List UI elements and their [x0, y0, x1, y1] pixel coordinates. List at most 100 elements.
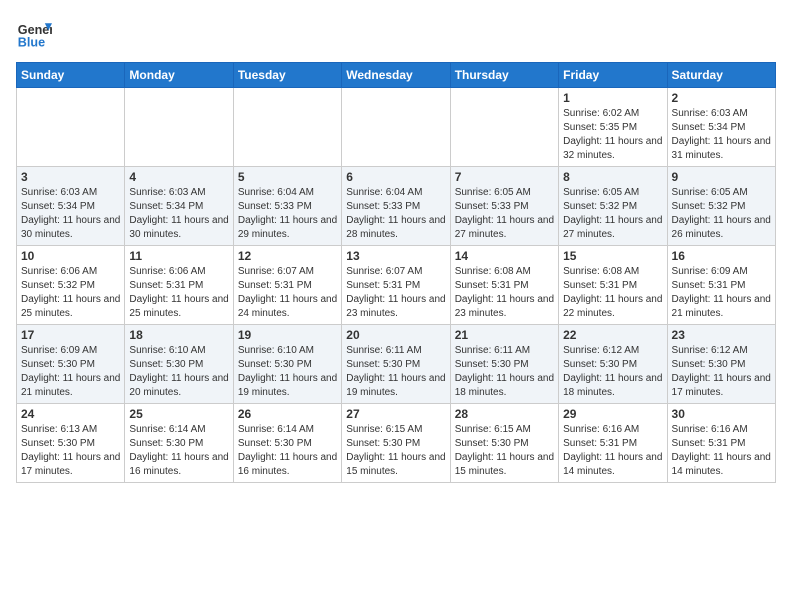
day-number: 9 — [672, 170, 771, 184]
calendar-cell: 7 Sunrise: 6:05 AM Sunset: 5:33 PM Daylig… — [450, 167, 558, 246]
calendar-cell: 20Sunrise: 6:11 AM Sunset: 5:30 PM Dayli… — [342, 325, 450, 404]
day-info: Sunrise: 6:07 AM Sunset: 5:31 PM Dayligh… — [238, 265, 337, 321]
calendar-cell: 23 Sunrise: 6:12 AM Sunset: 5:30 PM Dayli… — [667, 325, 775, 404]
calendar-cell: 22 Sunrise: 6:12 AM Sunset: 5:30 PM Dayli… — [559, 325, 667, 404]
day-number: 29 — [563, 407, 662, 421]
day-number: 19 — [238, 328, 337, 342]
day-info: Sunrise: 6:15 AM Sunset: 5:30 PM Dayligh… — [455, 423, 554, 479]
calendar-cell: 18 Sunrise: 6:10 AM Sunset: 5:30 PM Dayli… — [125, 325, 233, 404]
calendar-cell: 28 Sunrise: 6:15 AM Sunset: 5:30 PM Dayli… — [450, 404, 558, 483]
day-number: 2 — [672, 91, 771, 105]
day-of-week-header: Thursday — [450, 63, 558, 88]
day-number: 1 — [563, 91, 662, 105]
day-info: Sunrise: 6:11 AM Sunset: 5:30 PM Dayligh… — [455, 344, 554, 400]
calendar-cell: 2 Sunrise: 6:03 AM Sunset: 5:34 PM Daylig… — [667, 88, 775, 167]
day-number: 26 — [238, 407, 337, 421]
day-info: Sunrise: 6:06 AM Sunset: 5:31 PM Dayligh… — [129, 265, 228, 321]
calendar-cell: 19 Sunrise: 6:10 AM Sunset: 5:30 PM Dayli… — [233, 325, 341, 404]
calendar-cell: 24 Sunrise: 6:13 AM Sunset: 5:30 PM Dayli… — [17, 404, 125, 483]
calendar-cell: 17Sunrise: 6:09 AM Sunset: 5:30 PM Dayli… — [17, 325, 125, 404]
day-number: 21 — [455, 328, 554, 342]
day-number: 22 — [563, 328, 662, 342]
calendar-cell: 21 Sunrise: 6:11 AM Sunset: 5:30 PM Dayli… — [450, 325, 558, 404]
calendar-cell: 26 Sunrise: 6:14 AM Sunset: 5:30 PM Dayli… — [233, 404, 341, 483]
calendar-cell: 5 Sunrise: 6:04 AM Sunset: 5:33 PM Daylig… — [233, 167, 341, 246]
day-of-week-header: Wednesday — [342, 63, 450, 88]
calendar-cell: 13 Sunrise: 6:07 AM Sunset: 5:31 PM Dayli… — [342, 246, 450, 325]
calendar-cell: 15Sunrise: 6:08 AM Sunset: 5:31 PM Dayli… — [559, 246, 667, 325]
day-number: 25 — [129, 407, 228, 421]
day-info: Sunrise: 6:13 AM Sunset: 5:30 PM Dayligh… — [21, 423, 120, 479]
day-number: 11 — [129, 249, 228, 263]
day-info: Sunrise: 6:10 AM Sunset: 5:30 PM Dayligh… — [129, 344, 228, 400]
day-of-week-header: Saturday — [667, 63, 775, 88]
calendar-cell: 11 Sunrise: 6:06 AM Sunset: 5:31 PM Dayli… — [125, 246, 233, 325]
day-number: 27 — [346, 407, 445, 421]
day-number: 13 — [346, 249, 445, 263]
calendar-cell — [450, 88, 558, 167]
day-info: Sunrise: 6:02 AM Sunset: 5:35 PM Dayligh… — [563, 107, 662, 163]
day-info: Sunrise: 6:15 AM Sunset: 5:30 PM Dayligh… — [346, 423, 445, 479]
day-number: 23 — [672, 328, 771, 342]
calendar-table: SundayMondayTuesdayWednesdayThursdayFrid… — [16, 62, 776, 483]
day-of-week-header: Monday — [125, 63, 233, 88]
day-number: 6 — [346, 170, 445, 184]
calendar-cell: 8Sunrise: 6:05 AM Sunset: 5:32 PM Daylig… — [559, 167, 667, 246]
day-number: 5 — [238, 170, 337, 184]
calendar-cell: 29 Sunrise: 6:16 AM Sunset: 5:31 PM Dayli… — [559, 404, 667, 483]
day-number: 3 — [21, 170, 120, 184]
day-info: Sunrise: 6:16 AM Sunset: 5:31 PM Dayligh… — [672, 423, 771, 479]
logo-icon: General Blue — [16, 16, 52, 52]
day-number: 15 — [563, 249, 662, 263]
day-number: 7 — [455, 170, 554, 184]
day-info: Sunrise: 6:03 AM Sunset: 5:34 PM Dayligh… — [672, 107, 771, 163]
day-number: 24 — [21, 407, 120, 421]
calendar-cell: 10 Sunrise: 6:06 AM Sunset: 5:32 PM Dayli… — [17, 246, 125, 325]
day-info: Sunrise: 6:04 AM Sunset: 5:33 PM Dayligh… — [346, 186, 445, 242]
day-number: 30 — [672, 407, 771, 421]
day-info: Sunrise: 6:12 AM Sunset: 5:30 PM Dayligh… — [672, 344, 771, 400]
calendar-cell: 6 Sunrise: 6:04 AM Sunset: 5:33 PM Daylig… — [342, 167, 450, 246]
logo: General Blue — [16, 16, 52, 52]
calendar-cell: 14 Sunrise: 6:08 AM Sunset: 5:31 PM Dayli… — [450, 246, 558, 325]
day-info: Sunrise: 6:09 AM Sunset: 5:31 PM Dayligh… — [672, 265, 771, 321]
day-info: Sunrise: 6:10 AM Sunset: 5:30 PM Dayligh… — [238, 344, 337, 400]
calendar-cell — [17, 88, 125, 167]
day-number: 10 — [21, 249, 120, 263]
day-info: Sunrise: 6:05 AM Sunset: 5:33 PM Dayligh… — [455, 186, 554, 242]
day-number: 17 — [21, 328, 120, 342]
calendar-cell — [125, 88, 233, 167]
calendar-cell: 3 Sunrise: 6:03 AM Sunset: 5:34 PM Daylig… — [17, 167, 125, 246]
day-number: 16 — [672, 249, 771, 263]
svg-text:Blue: Blue — [18, 36, 45, 50]
day-info: Sunrise: 6:08 AM Sunset: 5:31 PM Dayligh… — [455, 265, 554, 321]
day-info: Sunrise: 6:04 AM Sunset: 5:33 PM Dayligh… — [238, 186, 337, 242]
calendar-cell: 30 Sunrise: 6:16 AM Sunset: 5:31 PM Dayli… — [667, 404, 775, 483]
day-number: 28 — [455, 407, 554, 421]
day-number: 4 — [129, 170, 228, 184]
calendar-cell — [233, 88, 341, 167]
calendar-cell: 16 Sunrise: 6:09 AM Sunset: 5:31 PM Dayli… — [667, 246, 775, 325]
day-number: 12 — [238, 249, 337, 263]
day-number: 8 — [563, 170, 662, 184]
day-number: 14 — [455, 249, 554, 263]
calendar-cell: 12 Sunrise: 6:07 AM Sunset: 5:31 PM Dayli… — [233, 246, 341, 325]
day-info: Sunrise: 6:03 AM Sunset: 5:34 PM Dayligh… — [21, 186, 120, 242]
day-info: Sunrise: 6:07 AM Sunset: 5:31 PM Dayligh… — [346, 265, 445, 321]
day-number: 20 — [346, 328, 445, 342]
calendar-cell: 25 Sunrise: 6:14 AM Sunset: 5:30 PM Dayli… — [125, 404, 233, 483]
day-of-week-header: Friday — [559, 63, 667, 88]
calendar-cell: 9Sunrise: 6:05 AM Sunset: 5:32 PM Daylig… — [667, 167, 775, 246]
day-info: Sunrise: 6:14 AM Sunset: 5:30 PM Dayligh… — [238, 423, 337, 479]
day-of-week-header: Sunday — [17, 63, 125, 88]
day-of-week-header: Tuesday — [233, 63, 341, 88]
calendar-cell: 27 Sunrise: 6:15 AM Sunset: 5:30 PM Dayli… — [342, 404, 450, 483]
day-number: 18 — [129, 328, 228, 342]
calendar-cell — [342, 88, 450, 167]
day-info: Sunrise: 6:16 AM Sunset: 5:31 PM Dayligh… — [563, 423, 662, 479]
calendar-cell: 1 Sunrise: 6:02 AM Sunset: 5:35 PM Daylig… — [559, 88, 667, 167]
day-info: Sunrise: 6:12 AM Sunset: 5:30 PM Dayligh… — [563, 344, 662, 400]
day-info: Sunrise: 6:14 AM Sunset: 5:30 PM Dayligh… — [129, 423, 228, 479]
day-info: Sunrise: 6:06 AM Sunset: 5:32 PM Dayligh… — [21, 265, 120, 321]
day-info: Sunrise: 6:03 AM Sunset: 5:34 PM Dayligh… — [129, 186, 228, 242]
